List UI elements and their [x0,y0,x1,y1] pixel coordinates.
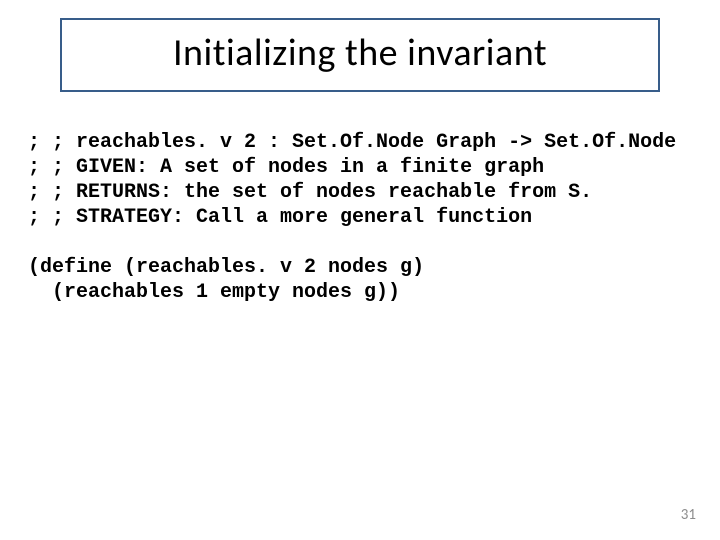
title-box: Initializing the invariant [60,18,660,92]
code-line-1: ; ; reachables. v 2 : Set.Of.Node Graph … [28,131,676,154]
page-number: 31 [681,506,696,524]
code-line-4: ; ; STRATEGY: Call a more general functi… [28,206,532,229]
code-block: ; ; reachables. v 2 : Set.Of.Node Graph … [28,130,692,305]
slide-title: Initializing the invariant [62,30,658,76]
code-line-6: (reachables 1 empty nodes g)) [28,281,400,304]
code-line-5: (define (reachables. v 2 nodes g) [28,256,424,279]
code-line-2: ; ; GIVEN: A set of nodes in a finite gr… [28,156,544,179]
slide: Initializing the invariant ; ; reachable… [0,0,720,540]
code-line-3: ; ; RETURNS: the set of nodes reachable … [28,181,592,204]
